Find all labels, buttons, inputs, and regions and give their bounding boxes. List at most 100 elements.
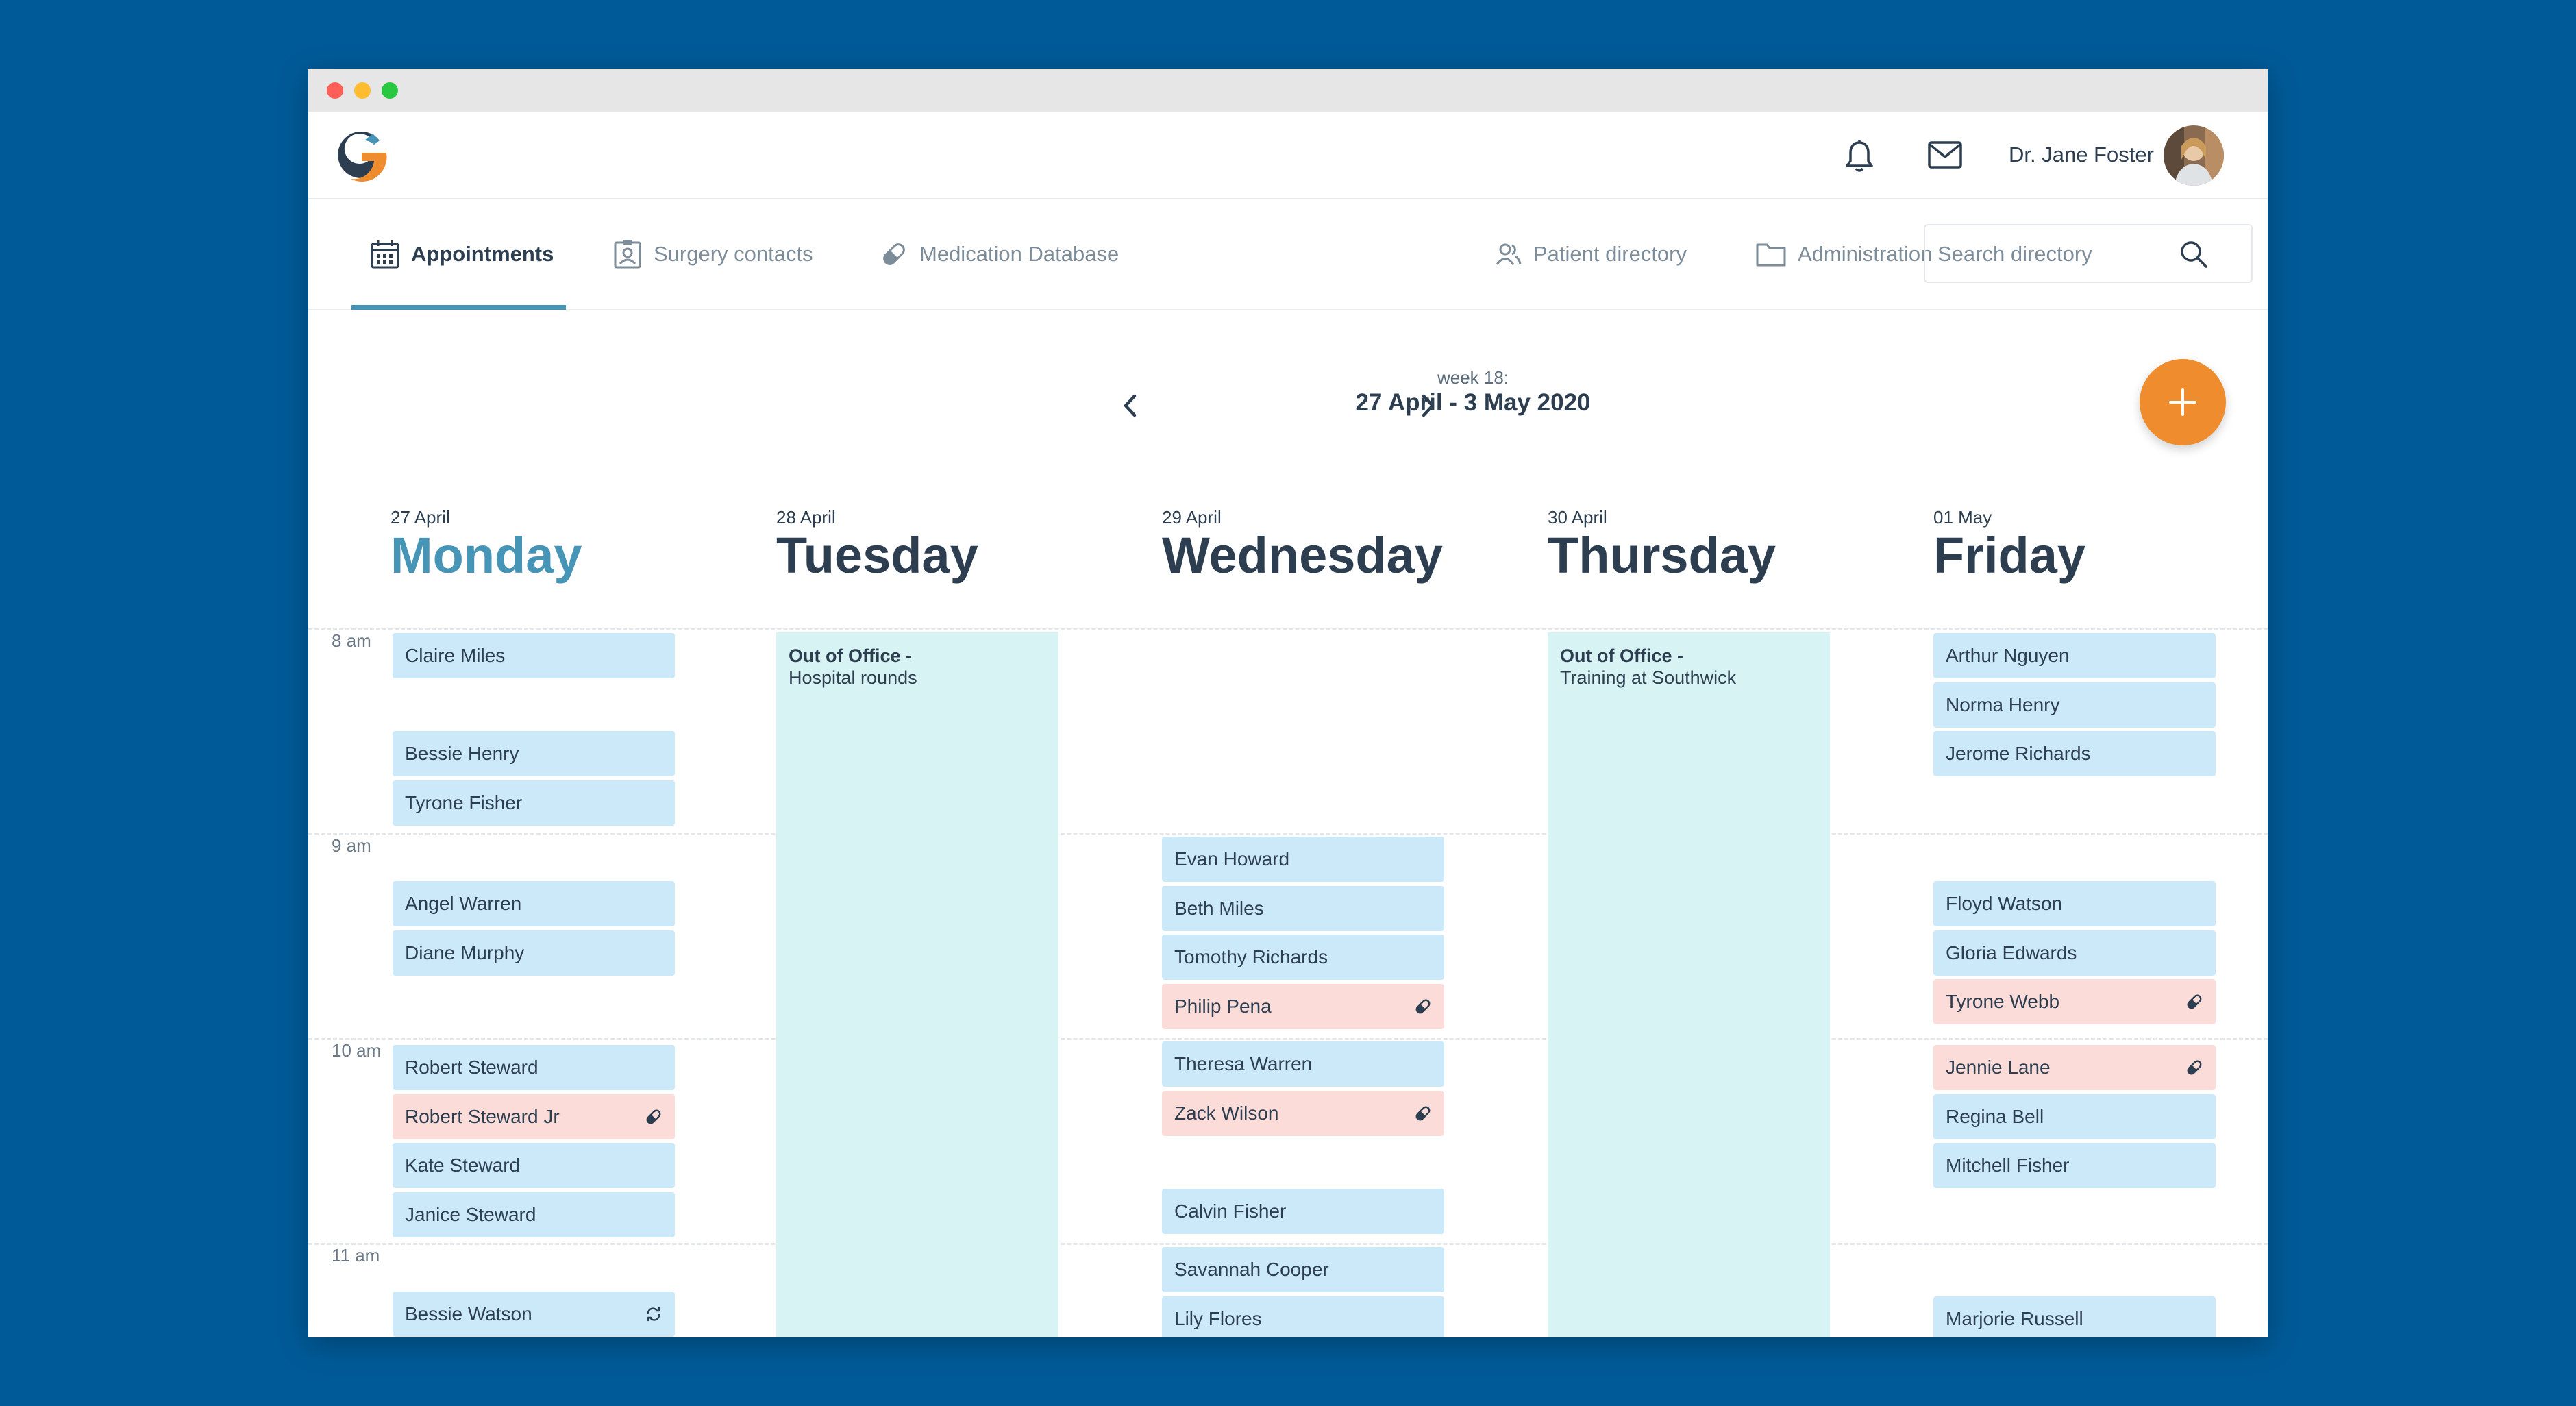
hour-gridline bbox=[308, 1038, 2268, 1040]
appointment-card[interactable]: Savannah Cooper bbox=[1162, 1247, 1444, 1292]
pill-icon bbox=[646, 1109, 661, 1124]
people-icon bbox=[1496, 243, 1522, 265]
appointment-card[interactable]: Angel Warren bbox=[393, 881, 675, 926]
appointment-card[interactable]: Bessie Henry bbox=[393, 731, 675, 776]
tab-medication-database[interactable]: Medication Database bbox=[880, 199, 1119, 309]
appointment-card-medication[interactable]: Tyrone Webb bbox=[1933, 979, 2216, 1024]
hour-label: 10 am bbox=[332, 1040, 382, 1061]
patient-name: Angel Warren bbox=[405, 893, 522, 914]
pill-icon bbox=[883, 243, 905, 265]
hour-label: 8 am bbox=[332, 630, 371, 651]
pill-icon bbox=[1415, 999, 1431, 1014]
day-header-wednesday: 29 April Wednesday bbox=[1162, 507, 1443, 582]
day-name: Monday bbox=[391, 527, 582, 584]
add-appointment-button[interactable] bbox=[2140, 359, 2226, 445]
appointment-card[interactable]: Mitchell Fisher bbox=[1933, 1143, 2216, 1188]
patient-name: Robert Steward bbox=[405, 1057, 538, 1078]
out-of-office-title: Out of Office - bbox=[789, 645, 912, 666]
messages-mail-icon[interactable] bbox=[1927, 140, 1963, 170]
user-name[interactable]: Dr. Jane Foster bbox=[2009, 143, 2154, 167]
patient-name: Bessie Henry bbox=[405, 743, 519, 764]
app-header: Dr. Jane Foster bbox=[308, 112, 2268, 199]
search-box[interactable] bbox=[1924, 224, 2253, 283]
out-of-office-block-tuesday[interactable]: Out of Office - Hospital rounds bbox=[776, 632, 1058, 1337]
patient-name: Claire Miles bbox=[405, 645, 506, 666]
patient-name: Jennie Lane bbox=[1946, 1057, 2051, 1078]
appointment-card[interactable]: Robert Steward bbox=[393, 1045, 675, 1090]
appointment-card-medication[interactable]: Philip Pena bbox=[1162, 984, 1444, 1029]
hour-gridline bbox=[308, 628, 2268, 630]
close-window-button[interactable] bbox=[327, 82, 343, 99]
out-of-office-title: Out of Office - bbox=[1560, 645, 1683, 666]
appointment-card[interactable]: Arthur Nguyen bbox=[1933, 633, 2216, 678]
minimize-window-button[interactable] bbox=[354, 82, 371, 99]
tab-appointments[interactable]: Appointments bbox=[370, 199, 554, 309]
day-header-thursday: 30 April Thursday bbox=[1548, 507, 1776, 582]
recurring-icon bbox=[647, 1307, 660, 1322]
appointment-card[interactable]: Lily Flores bbox=[1162, 1296, 1444, 1337]
day-header-monday: 27 April Monday bbox=[391, 507, 582, 582]
app-logo[interactable] bbox=[334, 130, 388, 183]
appointment-card[interactable]: Floyd Watson bbox=[1933, 881, 2216, 926]
patient-name: Beth Miles bbox=[1174, 898, 1264, 919]
day-name: Tuesday bbox=[776, 527, 978, 584]
hour-label: 9 am bbox=[332, 835, 371, 856]
appointment-card[interactable]: Bessie Watson bbox=[393, 1292, 675, 1337]
tab-surgery-contacts[interactable]: Surgery contacts bbox=[612, 199, 813, 309]
day-date: 29 April bbox=[1162, 507, 1222, 528]
next-week-chevron-icon[interactable] bbox=[1416, 392, 1439, 419]
appointment-card[interactable]: Tyrone Fisher bbox=[393, 780, 675, 826]
maximize-window-button[interactable] bbox=[382, 82, 398, 99]
appointment-card-medication[interactable]: Zack Wilson bbox=[1162, 1091, 1444, 1136]
week-date-range: 27 April - 3 May 2020 bbox=[1355, 389, 1591, 416]
out-of-office-block-thursday[interactable]: Out of Office - Training at Southwick bbox=[1548, 632, 1830, 1337]
user-avatar[interactable] bbox=[2164, 125, 2224, 186]
day-name: Friday bbox=[1933, 527, 2086, 584]
tab-medication-database-label: Medication Database bbox=[919, 242, 1119, 266]
patient-name: Evan Howard bbox=[1174, 848, 1290, 870]
day-date: 28 April bbox=[776, 507, 836, 528]
appointment-card[interactable]: Tomothy Richards bbox=[1162, 935, 1444, 980]
notifications-bell-icon[interactable] bbox=[1843, 138, 1876, 174]
appointment-card[interactable]: Evan Howard bbox=[1162, 837, 1444, 882]
search-input[interactable] bbox=[1936, 225, 2185, 283]
active-tab-indicator bbox=[351, 305, 566, 310]
patient-name: Calvin Fisher bbox=[1174, 1200, 1287, 1222]
patient-name: Jerome Richards bbox=[1946, 743, 2091, 764]
day-header-tuesday: 28 April Tuesday bbox=[776, 507, 978, 582]
out-of-office-detail: Training at Southwick bbox=[1560, 667, 1737, 688]
appointment-card[interactable]: Marjorie Russell bbox=[1933, 1296, 2216, 1337]
appointment-card[interactable]: Beth Miles bbox=[1162, 886, 1444, 931]
appointment-card[interactable]: Diane Murphy bbox=[393, 930, 675, 976]
appointment-card-medication[interactable]: Jennie Lane bbox=[1933, 1045, 2216, 1090]
patient-name: Regina Bell bbox=[1946, 1106, 2044, 1127]
appointment-card[interactable]: Calvin Fisher bbox=[1162, 1189, 1444, 1234]
appointment-card[interactable]: Kate Steward bbox=[393, 1143, 675, 1188]
week-number: week 18: bbox=[1437, 367, 1509, 388]
tab-administration[interactable]: Administration bbox=[1755, 199, 1932, 309]
previous-week-chevron-icon[interactable] bbox=[1119, 392, 1142, 419]
search-icon[interactable] bbox=[2179, 239, 2209, 269]
patient-name: Philip Pena bbox=[1174, 996, 1272, 1017]
day-date: 27 April bbox=[391, 507, 450, 528]
appointment-card[interactable]: Norma Henry bbox=[1933, 682, 2216, 728]
day-name: Thursday bbox=[1548, 527, 1776, 584]
appointment-card[interactable]: Regina Bell bbox=[1933, 1094, 2216, 1139]
patient-name: Theresa Warren bbox=[1174, 1053, 1313, 1074]
appointment-card[interactable]: Claire Miles bbox=[393, 633, 675, 678]
patient-name: Norma Henry bbox=[1946, 694, 2060, 715]
patient-name: Tyrone Webb bbox=[1946, 991, 2060, 1012]
tab-patient-directory[interactable]: Patient directory bbox=[1495, 199, 1687, 309]
appointment-card-medication[interactable]: Robert Steward Jr bbox=[393, 1094, 675, 1139]
patient-name: Tomothy Richards bbox=[1174, 946, 1328, 967]
appointment-card[interactable]: Janice Steward bbox=[393, 1192, 675, 1237]
appointment-card[interactable]: Jerome Richards bbox=[1933, 731, 2216, 776]
patient-name: Kate Steward bbox=[405, 1155, 521, 1176]
patient-name: Tyrone Fisher bbox=[405, 792, 523, 813]
contact-card-icon bbox=[614, 240, 641, 269]
appointment-card[interactable]: Gloria Edwards bbox=[1933, 930, 2216, 976]
tab-appointments-label: Appointments bbox=[411, 242, 554, 266]
calendar-icon bbox=[371, 241, 399, 269]
appointment-card[interactable]: Theresa Warren bbox=[1162, 1041, 1444, 1087]
pill-icon bbox=[2187, 1060, 2202, 1075]
